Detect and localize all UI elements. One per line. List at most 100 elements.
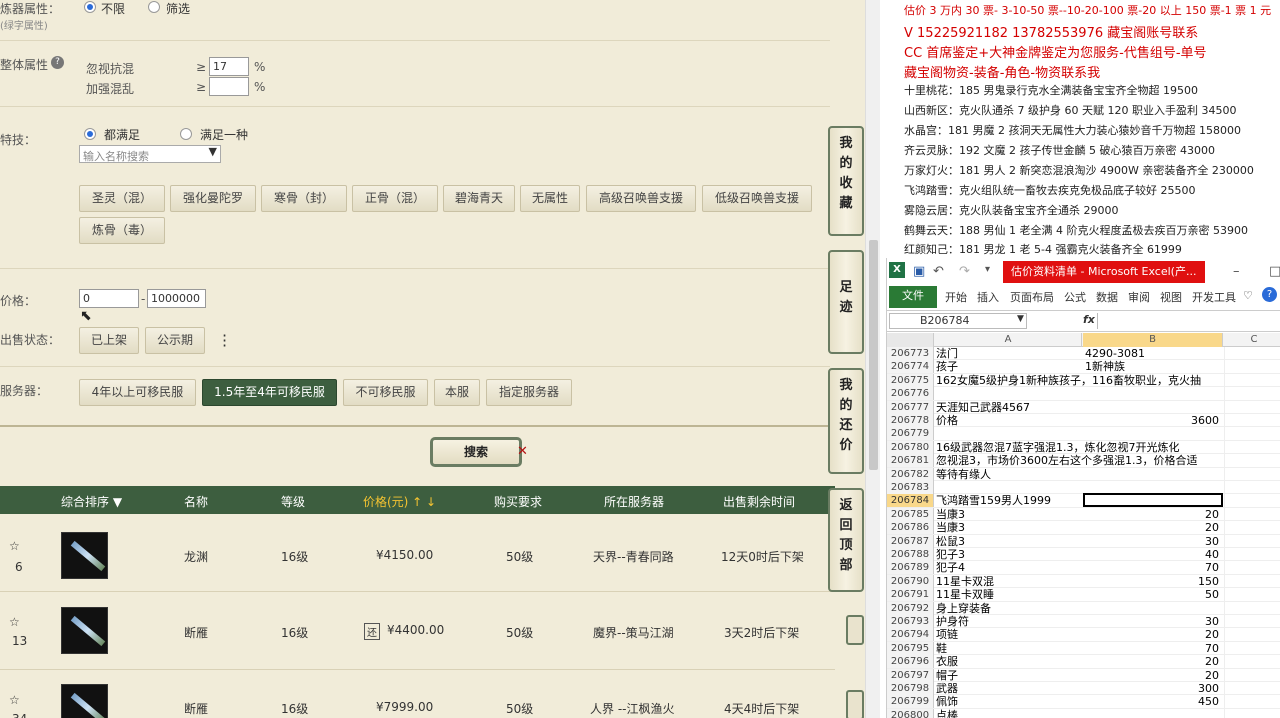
sheet-row[interactable]: 206795 鞋 70 [887, 641, 1280, 656]
cell-b[interactable]: 20 [1083, 521, 1223, 534]
sheet-row[interactable]: 206791 11星卡双睡 50 [887, 588, 1280, 602]
item-thumbnail[interactable] [61, 532, 108, 579]
tab-developer[interactable]: 开发工具 [1192, 289, 1236, 305]
cell-c[interactable] [1224, 347, 1280, 360]
cell-b[interactable]: 450 [1083, 695, 1223, 708]
enhance-confuse-input[interactable] [209, 77, 249, 96]
sheet-row[interactable]: 206798 武器 300 [887, 682, 1280, 696]
formula-input[interactable] [1097, 313, 1280, 329]
cell-c[interactable] [1224, 440, 1280, 454]
row-number[interactable]: 206779 [887, 427, 934, 441]
skill-search-select[interactable]: 输入名称搜索 ▼ [79, 145, 221, 163]
sheet-row[interactable]: 206782 等待有缘人 [887, 467, 1280, 481]
select-all-corner[interactable] [887, 333, 934, 347]
cell-c[interactable] [1224, 373, 1280, 387]
sheet-row[interactable]: 206774 孩子 1新神族 [887, 360, 1280, 374]
row-number[interactable]: 206773 [887, 347, 934, 360]
footprint-button[interactable]: 足迹 [828, 250, 864, 354]
item-thumbnail[interactable] [61, 684, 108, 718]
sheet-row[interactable]: 206776 [887, 387, 1280, 401]
name-box[interactable]: B206784 [889, 313, 1027, 329]
row-number[interactable]: 206791 [887, 588, 934, 602]
save-icon[interactable]: ▣ [913, 264, 925, 279]
cell-c[interactable] [1224, 387, 1280, 401]
row-number[interactable]: 206782 [887, 467, 934, 481]
cell-a[interactable]: 孩子 [936, 360, 1082, 373]
cell-a[interactable]: 犯子3 [936, 548, 1082, 561]
cell-a[interactable]: 当康3 [936, 521, 1082, 534]
row-number[interactable]: 206786 [887, 521, 934, 535]
row-number[interactable]: 206790 [887, 574, 934, 588]
cell-c[interactable] [1224, 414, 1280, 427]
server-btn[interactable]: 本服 [434, 379, 480, 406]
tab-insert[interactable]: 插入 [977, 289, 999, 305]
cell-c[interactable] [1224, 467, 1280, 481]
cell-c[interactable] [1224, 521, 1280, 535]
sheet-row[interactable]: 206784 飞鸿踏雪159男人1999 [887, 493, 1280, 508]
row-number[interactable]: 206776 [887, 387, 934, 401]
sort-composite-header[interactable]: 综合排序 ▼ [61, 493, 122, 510]
tab-file[interactable]: 文件 [889, 286, 937, 308]
cell-c[interactable] [1224, 534, 1280, 548]
help-icon[interactable]: ? [51, 56, 64, 69]
star-icon[interactable]: ☆ [9, 612, 20, 632]
row-number[interactable]: 206796 [887, 655, 934, 669]
help-icon[interactable]: ? [1262, 287, 1277, 302]
item-name[interactable]: 龙渊 [184, 548, 208, 565]
skill-btn[interactable]: 无属性 [520, 185, 580, 212]
server-btn[interactable]: 不可移民服 [343, 379, 428, 406]
cell-c[interactable] [1224, 507, 1280, 521]
cell-c[interactable] [1224, 481, 1280, 494]
cell-b[interactable]: 150 [1083, 575, 1223, 588]
sheet-row[interactable]: 206797 帽子 20 [887, 668, 1280, 682]
cell-c[interactable] [1224, 454, 1280, 468]
sheet-row[interactable]: 206800 点棒 [887, 708, 1280, 718]
row-number[interactable]: 206792 [887, 601, 934, 615]
cell-a[interactable]: 飞鸿踏雪159男人1999 [936, 494, 1082, 507]
sheet-row[interactable]: 206788 犯子3 40 [887, 548, 1280, 562]
cell-c[interactable] [1224, 360, 1280, 374]
item-name[interactable]: 断雁 [184, 700, 208, 717]
cell-c[interactable] [1224, 400, 1280, 414]
row-number[interactable]: 206784 [887, 494, 934, 508]
cell-a[interactable]: 松鼠3 [936, 535, 1082, 548]
price-min-input[interactable] [79, 289, 139, 308]
cell-a[interactable]: 忽视混3，市场价3600左右这个多强混1.3，价格合适 [936, 454, 1198, 467]
star-icon[interactable]: ☆ [9, 690, 20, 710]
cell-c[interactable] [1224, 588, 1280, 602]
cell-a[interactable]: 护身符 [936, 615, 1082, 628]
scrollbar-thumb[interactable] [869, 240, 878, 470]
cell-a[interactable]: 天涯知己武器4567 [936, 401, 1082, 414]
skill-btn[interactable]: 寒骨（封） [261, 185, 347, 212]
sheet-row[interactable]: 206781 忽视混3，市场价3600左右这个多强混1.3，价格合适 [887, 454, 1280, 468]
search-button[interactable]: 搜索 [430, 437, 522, 467]
status-public-button[interactable]: 公示期 [145, 327, 205, 354]
cell-a[interactable]: 11星卡双睡 [936, 588, 1082, 601]
cell-b[interactable]: 70 [1083, 561, 1223, 574]
cell-a[interactable]: 16级武器忽混7蓝字强混1.3，炼化忽视7开光炼化 [936, 441, 1180, 454]
cell-a[interactable]: 衣服 [936, 655, 1082, 668]
scroll-handle[interactable] [846, 615, 864, 645]
sheet-row[interactable]: 206796 衣服 20 [887, 655, 1280, 669]
server-btn[interactable]: 4年以上可移民服 [79, 379, 196, 406]
cell-a[interactable]: 身上穿装备 [936, 602, 1082, 615]
cell-b[interactable]: 40 [1083, 548, 1223, 561]
sheet-row[interactable]: 206793 护身符 30 [887, 615, 1280, 629]
fx-icon[interactable]: fx [1083, 313, 1095, 326]
row-number[interactable]: 206798 [887, 682, 934, 695]
row-number[interactable]: 206775 [887, 373, 934, 387]
chevron-down-icon[interactable]: ▼ [1017, 314, 1024, 324]
row-number[interactable]: 206777 [887, 400, 934, 414]
sheet-row[interactable]: 206787 松鼠3 30 [887, 534, 1280, 548]
cell-c[interactable] [1224, 695, 1280, 709]
cell-a[interactable]: 价格 [936, 414, 1082, 427]
row-number[interactable]: 206780 [887, 440, 934, 454]
radio-unlimited[interactable] [84, 1, 96, 13]
cell-a[interactable]: 佩饰 [936, 695, 1082, 708]
cell-c[interactable] [1224, 655, 1280, 669]
cell-c[interactable] [1224, 427, 1280, 441]
sheet-row[interactable]: 206775 162女魔5级护身1新种族孩子，116畜牧职业，克火抽 [887, 373, 1280, 388]
maximize-icon[interactable]: □ [1269, 264, 1280, 279]
cell-b[interactable]: 30 [1083, 615, 1223, 628]
row-number[interactable]: 206797 [887, 668, 934, 682]
